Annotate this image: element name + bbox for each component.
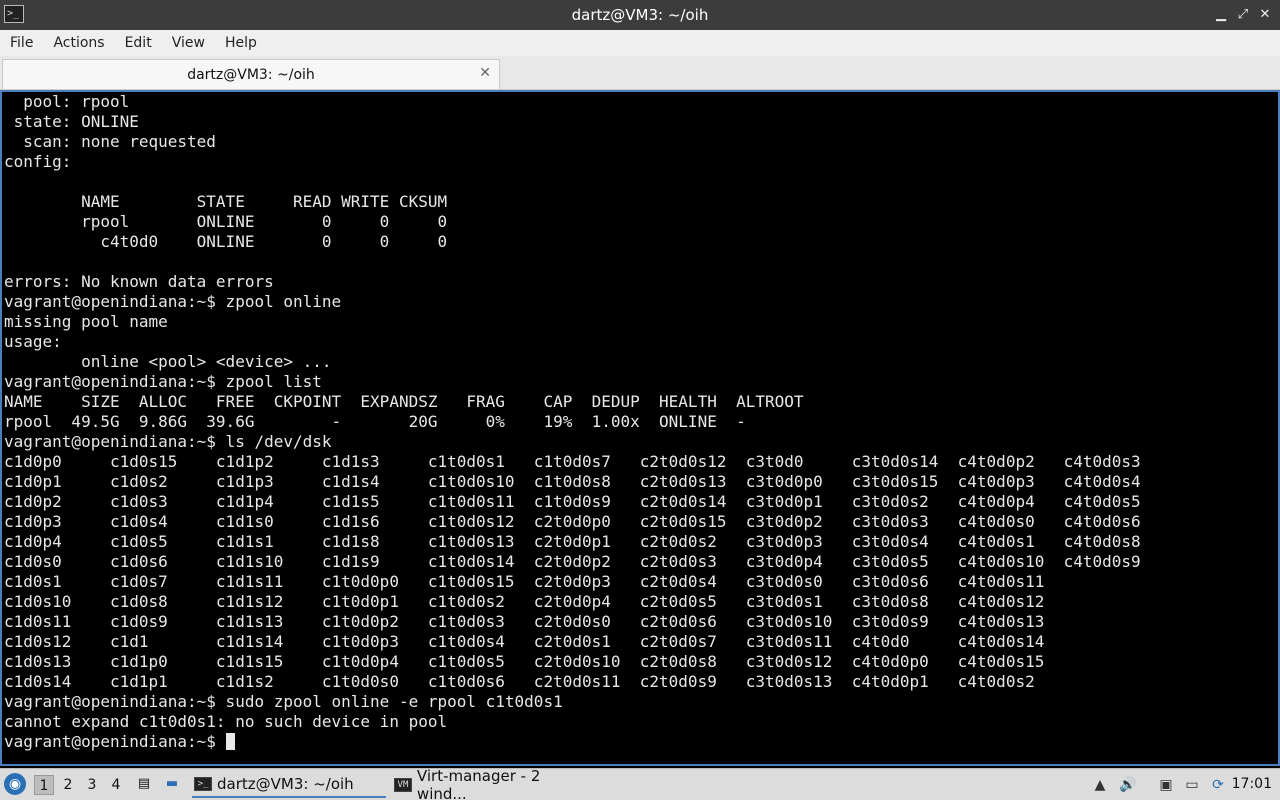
- workspace-2[interactable]: 2: [58, 775, 78, 795]
- file-manager-icon[interactable]: ▤: [134, 775, 154, 793]
- terminal-line: c1d0s14 c1d1p1 c1d1s2 c1t0d0s0 c1t0d0s6 …: [4, 672, 1035, 691]
- window-controls: ▁ ⤢ ✕: [1210, 4, 1276, 26]
- terminal-prompt-line: vagrant@openindiana:~$: [4, 732, 1141, 752]
- terminal-line: state: ONLINE: [4, 112, 139, 131]
- restore-icon[interactable]: ⤢: [1232, 4, 1254, 26]
- terminal-line: rpool ONLINE 0 0 0: [4, 212, 448, 231]
- terminal-line: c1d0p2 c1d0s3 c1d1p4 c1d1s5 c1t0d0s11 c1…: [4, 492, 1141, 511]
- menu-file[interactable]: File: [0, 35, 43, 51]
- terminal-line: c1d0s11 c1d0s9 c1d1s13 c1t0d0p2 c1t0d0s3…: [4, 612, 1045, 631]
- terminal-line: vagrant@openindiana:~$ zpool list: [4, 372, 322, 391]
- terminal-task-icon: >_: [194, 777, 212, 791]
- start-menu-icon[interactable]: ◉: [4, 773, 26, 795]
- terminal-line: scan: none requested: [4, 132, 216, 151]
- window-title: dartz@VM3: ~/oih: [571, 6, 709, 24]
- terminal-line: config:: [4, 152, 72, 171]
- terminal-line: usage:: [4, 332, 62, 351]
- terminal-line: pool: rpool: [4, 92, 130, 111]
- terminal-line: cannot expand c1t0d0s1: no such device i…: [4, 712, 448, 731]
- tab-close-icon[interactable]: ✕: [479, 65, 491, 81]
- terminal-line: c1d0p0 c1d0s15 c1d1p2 c1d1s3 c1t0d0s1 c1…: [4, 452, 1141, 471]
- close-icon[interactable]: ✕: [1254, 4, 1276, 26]
- tray-expand-icon[interactable]: ▲: [1090, 775, 1110, 795]
- update-icon[interactable]: ⟳: [1208, 775, 1228, 795]
- menu-help[interactable]: Help: [215, 35, 267, 51]
- terminal-app-icon: >_: [4, 5, 24, 23]
- terminal-line: c1d0s0 c1d0s6 c1d1s10 c1d1s9 c1t0d0s14 c…: [4, 552, 1141, 571]
- terminal-line: vagrant@openindiana:~$ zpool online: [4, 292, 342, 311]
- terminal-line: c1d0s12 c1d1 c1d1s14 c1t0d0p3 c1t0d0s4 c…: [4, 632, 1045, 651]
- workspace-3[interactable]: 3: [82, 775, 102, 795]
- menu-view[interactable]: View: [162, 35, 215, 51]
- terminal-line: NAME SIZE ALLOC FREE CKPOINT EXPANDSZ FR…: [4, 392, 804, 411]
- terminal-line: c1d0p1 c1d0s2 c1d1p3 c1d1s4 c1t0d0s10 c1…: [4, 472, 1141, 491]
- clipboard-icon[interactable]: ▣: [1156, 775, 1176, 795]
- terminal-output: pool: rpool state: ONLINE scan: none req…: [4, 92, 1141, 752]
- network-icon[interactable]: ▭: [1182, 775, 1202, 795]
- terminal-line: vagrant@openindiana:~$ ls /dev/dsk: [4, 432, 332, 451]
- terminal-tab[interactable]: dartz@VM3: ~/oih ✕: [2, 59, 500, 89]
- terminal-line: c1d0p4 c1d0s5 c1d1s1 c1d1s8 c1t0d0s13 c2…: [4, 532, 1141, 551]
- terminal-line: c4t0d0 ONLINE 0 0 0: [4, 232, 448, 251]
- workspace-4[interactable]: 4: [106, 775, 126, 795]
- terminal-area[interactable]: pool: rpool state: ONLINE scan: none req…: [0, 90, 1280, 766]
- menu-bar: File Actions Edit View Help: [0, 30, 1280, 56]
- terminal-line: vagrant@openindiana:~$ sudo zpool online…: [4, 692, 563, 711]
- clock: 17:01: [1231, 776, 1272, 792]
- terminal-line: NAME STATE READ WRITE CKSUM: [4, 192, 448, 211]
- taskbar-task-terminal[interactable]: >_ dartz@VM3: ~/oih: [192, 772, 386, 798]
- window-titlebar[interactable]: >_ dartz@VM3: ~/oih ▁ ⤢ ✕: [0, 0, 1280, 30]
- terminal-line: errors: No known data errors: [4, 272, 274, 291]
- menu-edit[interactable]: Edit: [115, 35, 162, 51]
- workspace-1[interactable]: 1: [34, 775, 54, 795]
- terminal-line: rpool 49.5G 9.86G 39.6G - 20G 0% 19% 1.0…: [4, 412, 746, 431]
- tab-bar: dartz@VM3: ~/oih ✕: [0, 56, 1280, 90]
- menu-actions[interactable]: Actions: [43, 35, 114, 51]
- volume-icon[interactable]: 🔊: [1118, 775, 1138, 795]
- virt-manager-task-icon: VM: [394, 778, 412, 792]
- minimize-icon[interactable]: ▁: [1210, 4, 1232, 26]
- terminal-cursor: [225, 733, 235, 750]
- terminal-line: c1d0p3 c1d0s4 c1d1s0 c1d1s6 c1t0d0s12 c2…: [4, 512, 1141, 531]
- taskbar-task-label: dartz@VM3: ~/oih: [217, 775, 354, 793]
- terminal-line: missing pool name: [4, 312, 168, 331]
- taskbar-task-label: Virt-manager - 2 wind...: [416, 767, 541, 800]
- taskbar-task-virt-manager[interactable]: VM Virt-manager - 2 wind...: [394, 767, 594, 800]
- terminal-line: online <pool> <device> ...: [4, 352, 332, 371]
- terminal-line: c1d0s10 c1d0s8 c1d1s12 c1t0d0p1 c1t0d0s2…: [4, 592, 1045, 611]
- taskbar: ◉ 1 2 3 4 ▤ ▬ >_ dartz@VM3: ~/oih VM Vir…: [0, 767, 1280, 800]
- tab-label: dartz@VM3: ~/oih: [187, 66, 315, 83]
- terminal-prompt: vagrant@openindiana:~$: [4, 732, 226, 751]
- terminal-line: c1d0s1 c1d0s7 c1d1s11 c1t0d0p0 c1t0d0s15…: [4, 572, 1045, 591]
- show-desktop-icon[interactable]: ▬: [162, 775, 182, 793]
- terminal-line: c1d0s13 c1d1p0 c1d1s15 c1t0d0p4 c1t0d0s5…: [4, 652, 1045, 671]
